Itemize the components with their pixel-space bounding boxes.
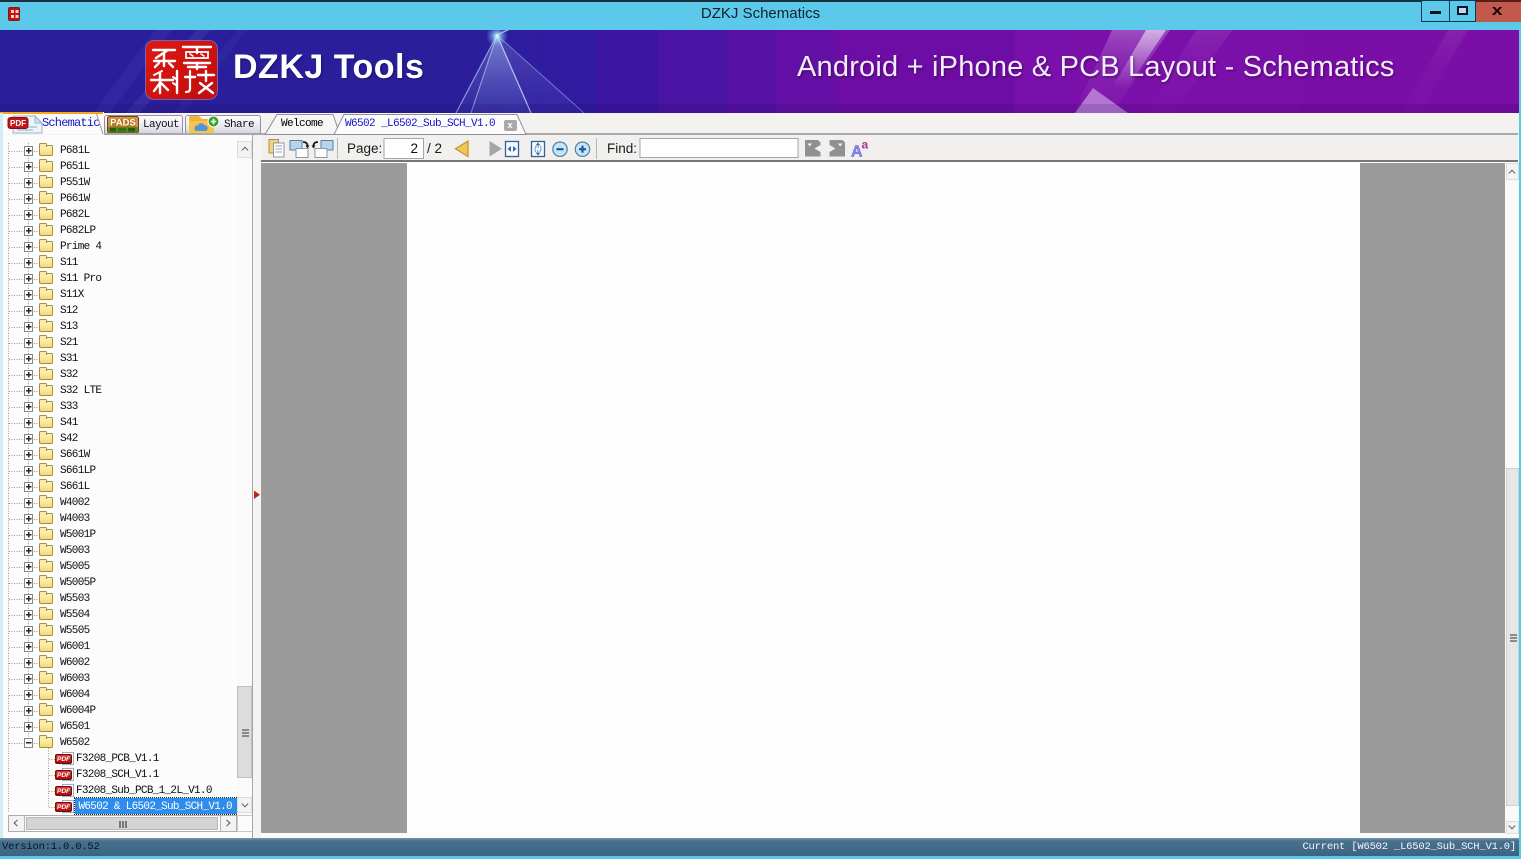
svg-text:a: a — [862, 137, 869, 151]
svg-text:PADS: PADS — [110, 117, 136, 128]
svg-text:PDF: PDF — [10, 119, 26, 128]
